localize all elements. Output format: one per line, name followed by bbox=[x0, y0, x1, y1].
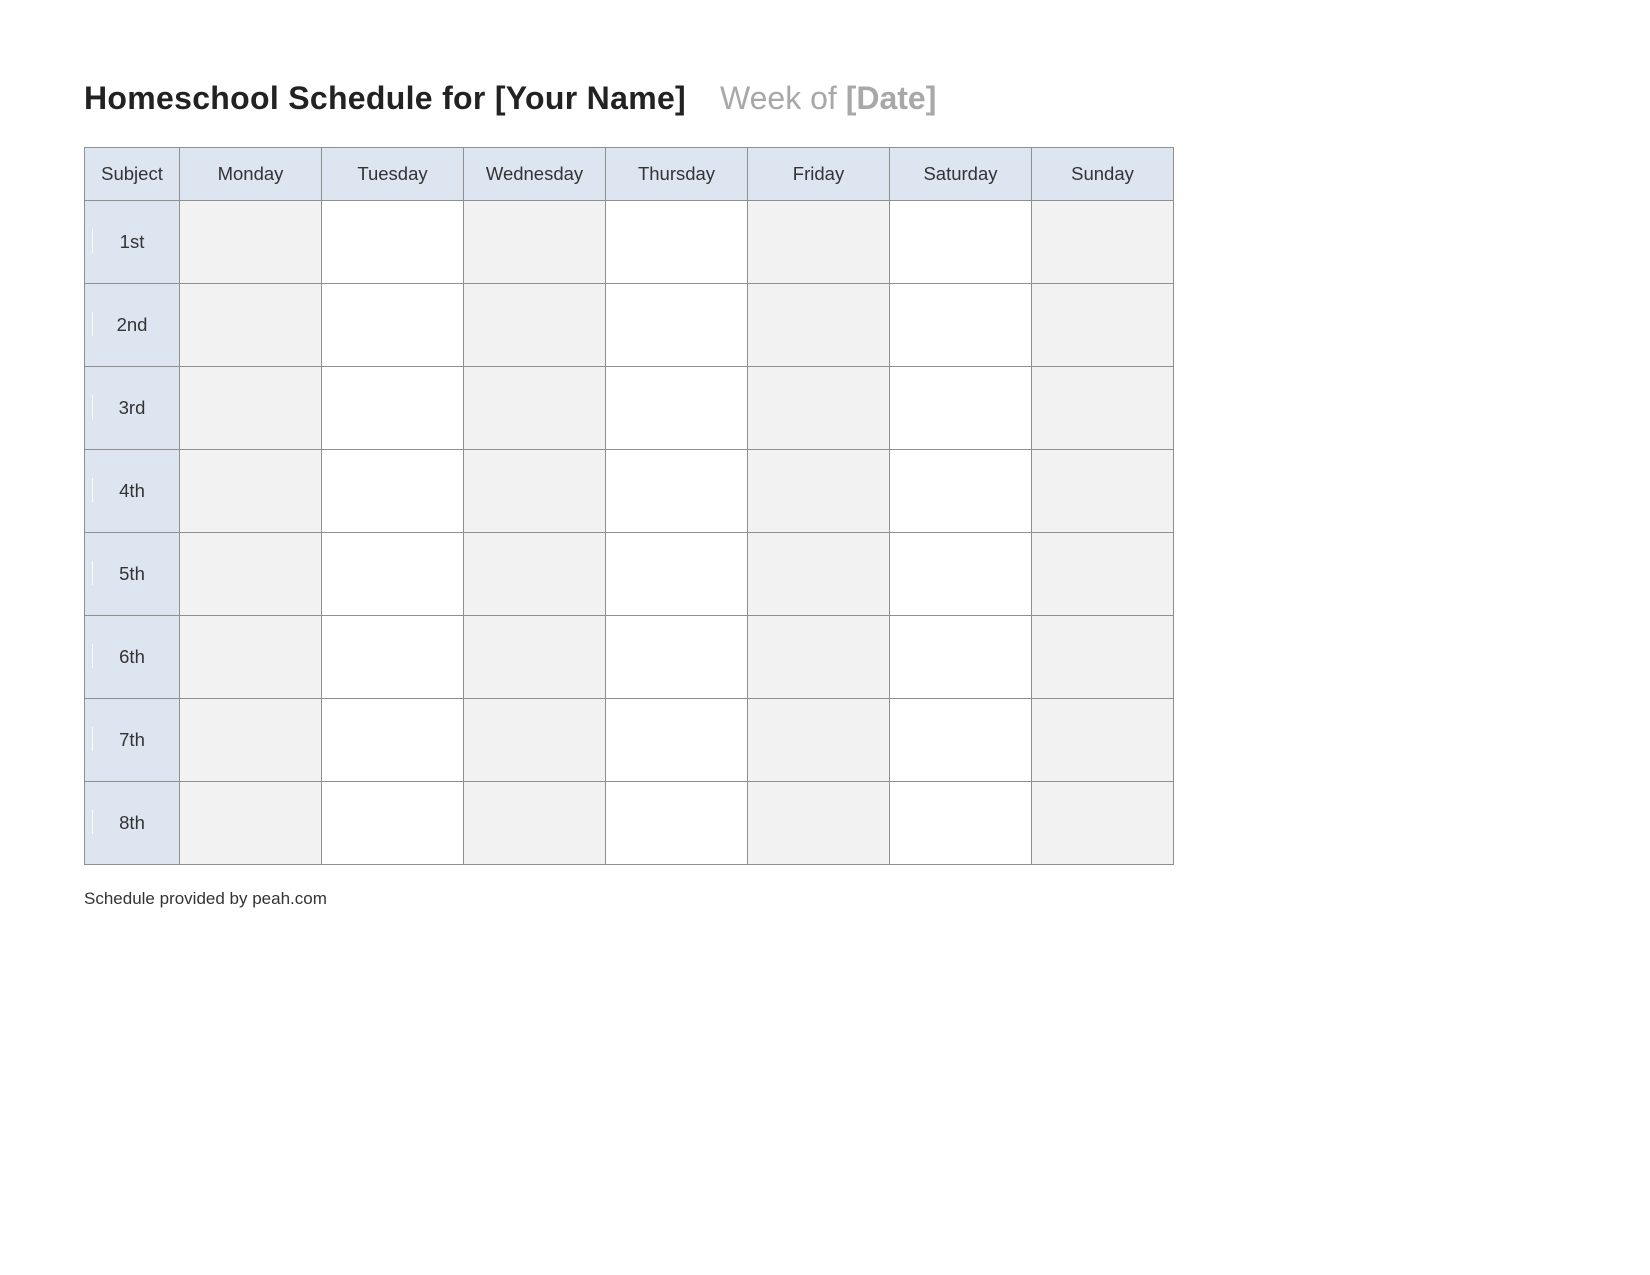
cell[interactable] bbox=[180, 367, 322, 450]
header-day-tuesday: Tuesday bbox=[322, 148, 464, 201]
cell[interactable] bbox=[322, 284, 464, 367]
row-label-8th: 8th bbox=[85, 782, 180, 865]
cell[interactable] bbox=[890, 367, 1032, 450]
cell[interactable] bbox=[890, 616, 1032, 699]
cell[interactable] bbox=[606, 616, 748, 699]
week-of-prefix: Week of bbox=[720, 80, 846, 116]
cell[interactable] bbox=[180, 450, 322, 533]
header-day-monday: Monday bbox=[180, 148, 322, 201]
cell[interactable] bbox=[322, 367, 464, 450]
cell[interactable] bbox=[606, 699, 748, 782]
cell[interactable] bbox=[890, 284, 1032, 367]
row-label-1st: 1st bbox=[85, 201, 180, 284]
cell[interactable] bbox=[1032, 533, 1174, 616]
cell[interactable] bbox=[1032, 450, 1174, 533]
cell[interactable] bbox=[464, 450, 606, 533]
cell[interactable] bbox=[890, 450, 1032, 533]
page: Homeschool Schedule for [Your Name] Week… bbox=[0, 0, 1650, 949]
cell[interactable] bbox=[464, 284, 606, 367]
cell[interactable] bbox=[180, 699, 322, 782]
header-day-sunday: Sunday bbox=[1032, 148, 1174, 201]
cell[interactable] bbox=[1032, 782, 1174, 865]
week-of-date: [Date] bbox=[846, 80, 937, 116]
cell[interactable] bbox=[606, 450, 748, 533]
cell[interactable] bbox=[606, 284, 748, 367]
row-label-6th: 6th bbox=[85, 616, 180, 699]
cell[interactable] bbox=[748, 699, 890, 782]
cell[interactable] bbox=[180, 616, 322, 699]
cell[interactable] bbox=[1032, 616, 1174, 699]
cell[interactable] bbox=[322, 782, 464, 865]
cell[interactable] bbox=[606, 533, 748, 616]
table-row: 5th bbox=[85, 533, 1174, 616]
cell[interactable] bbox=[890, 782, 1032, 865]
header-day-friday: Friday bbox=[748, 148, 890, 201]
row-label-2nd: 2nd bbox=[85, 284, 180, 367]
cell[interactable] bbox=[748, 201, 890, 284]
cell[interactable] bbox=[322, 201, 464, 284]
cell[interactable] bbox=[748, 782, 890, 865]
header-day-saturday: Saturday bbox=[890, 148, 1032, 201]
header-row: Subject Monday Tuesday Wednesday Thursda… bbox=[85, 148, 1174, 201]
cell[interactable] bbox=[464, 201, 606, 284]
cell[interactable] bbox=[464, 616, 606, 699]
page-title: Homeschool Schedule for [Your Name] bbox=[84, 80, 686, 117]
cell[interactable] bbox=[890, 699, 1032, 782]
cell[interactable] bbox=[180, 782, 322, 865]
header-day-thursday: Thursday bbox=[606, 148, 748, 201]
header-day-wednesday: Wednesday bbox=[464, 148, 606, 201]
cell[interactable] bbox=[322, 699, 464, 782]
table-row: 7th bbox=[85, 699, 1174, 782]
cell[interactable] bbox=[322, 616, 464, 699]
cell[interactable] bbox=[606, 782, 748, 865]
cell[interactable] bbox=[322, 533, 464, 616]
cell[interactable] bbox=[1032, 367, 1174, 450]
cell[interactable] bbox=[890, 201, 1032, 284]
row-label-3rd: 3rd bbox=[85, 367, 180, 450]
cell[interactable] bbox=[464, 367, 606, 450]
cell[interactable] bbox=[606, 367, 748, 450]
cell[interactable] bbox=[606, 201, 748, 284]
cell[interactable] bbox=[1032, 201, 1174, 284]
cell[interactable] bbox=[1032, 284, 1174, 367]
cell[interactable] bbox=[464, 782, 606, 865]
row-label-5th: 5th bbox=[85, 533, 180, 616]
cell[interactable] bbox=[180, 533, 322, 616]
cell[interactable] bbox=[748, 367, 890, 450]
table-row: 4th bbox=[85, 450, 1174, 533]
cell[interactable] bbox=[180, 201, 322, 284]
week-of: Week of [Date] bbox=[720, 80, 936, 117]
cell[interactable] bbox=[1032, 699, 1174, 782]
table-row: 1st bbox=[85, 201, 1174, 284]
table-row: 6th bbox=[85, 616, 1174, 699]
row-label-4th: 4th bbox=[85, 450, 180, 533]
cell[interactable] bbox=[748, 284, 890, 367]
cell[interactable] bbox=[748, 533, 890, 616]
cell[interactable] bbox=[748, 450, 890, 533]
schedule-table: Subject Monday Tuesday Wednesday Thursda… bbox=[84, 147, 1174, 865]
row-label-7th: 7th bbox=[85, 699, 180, 782]
title-line: Homeschool Schedule for [Your Name] Week… bbox=[84, 80, 1566, 117]
cell[interactable] bbox=[322, 450, 464, 533]
footer-note: Schedule provided by peah.com bbox=[84, 889, 1566, 909]
cell[interactable] bbox=[464, 533, 606, 616]
table-row: 8th bbox=[85, 782, 1174, 865]
cell[interactable] bbox=[464, 699, 606, 782]
table-row: 2nd bbox=[85, 284, 1174, 367]
cell[interactable] bbox=[890, 533, 1032, 616]
cell[interactable] bbox=[748, 616, 890, 699]
header-subject: Subject bbox=[85, 148, 180, 201]
table-row: 3rd bbox=[85, 367, 1174, 450]
cell[interactable] bbox=[180, 284, 322, 367]
